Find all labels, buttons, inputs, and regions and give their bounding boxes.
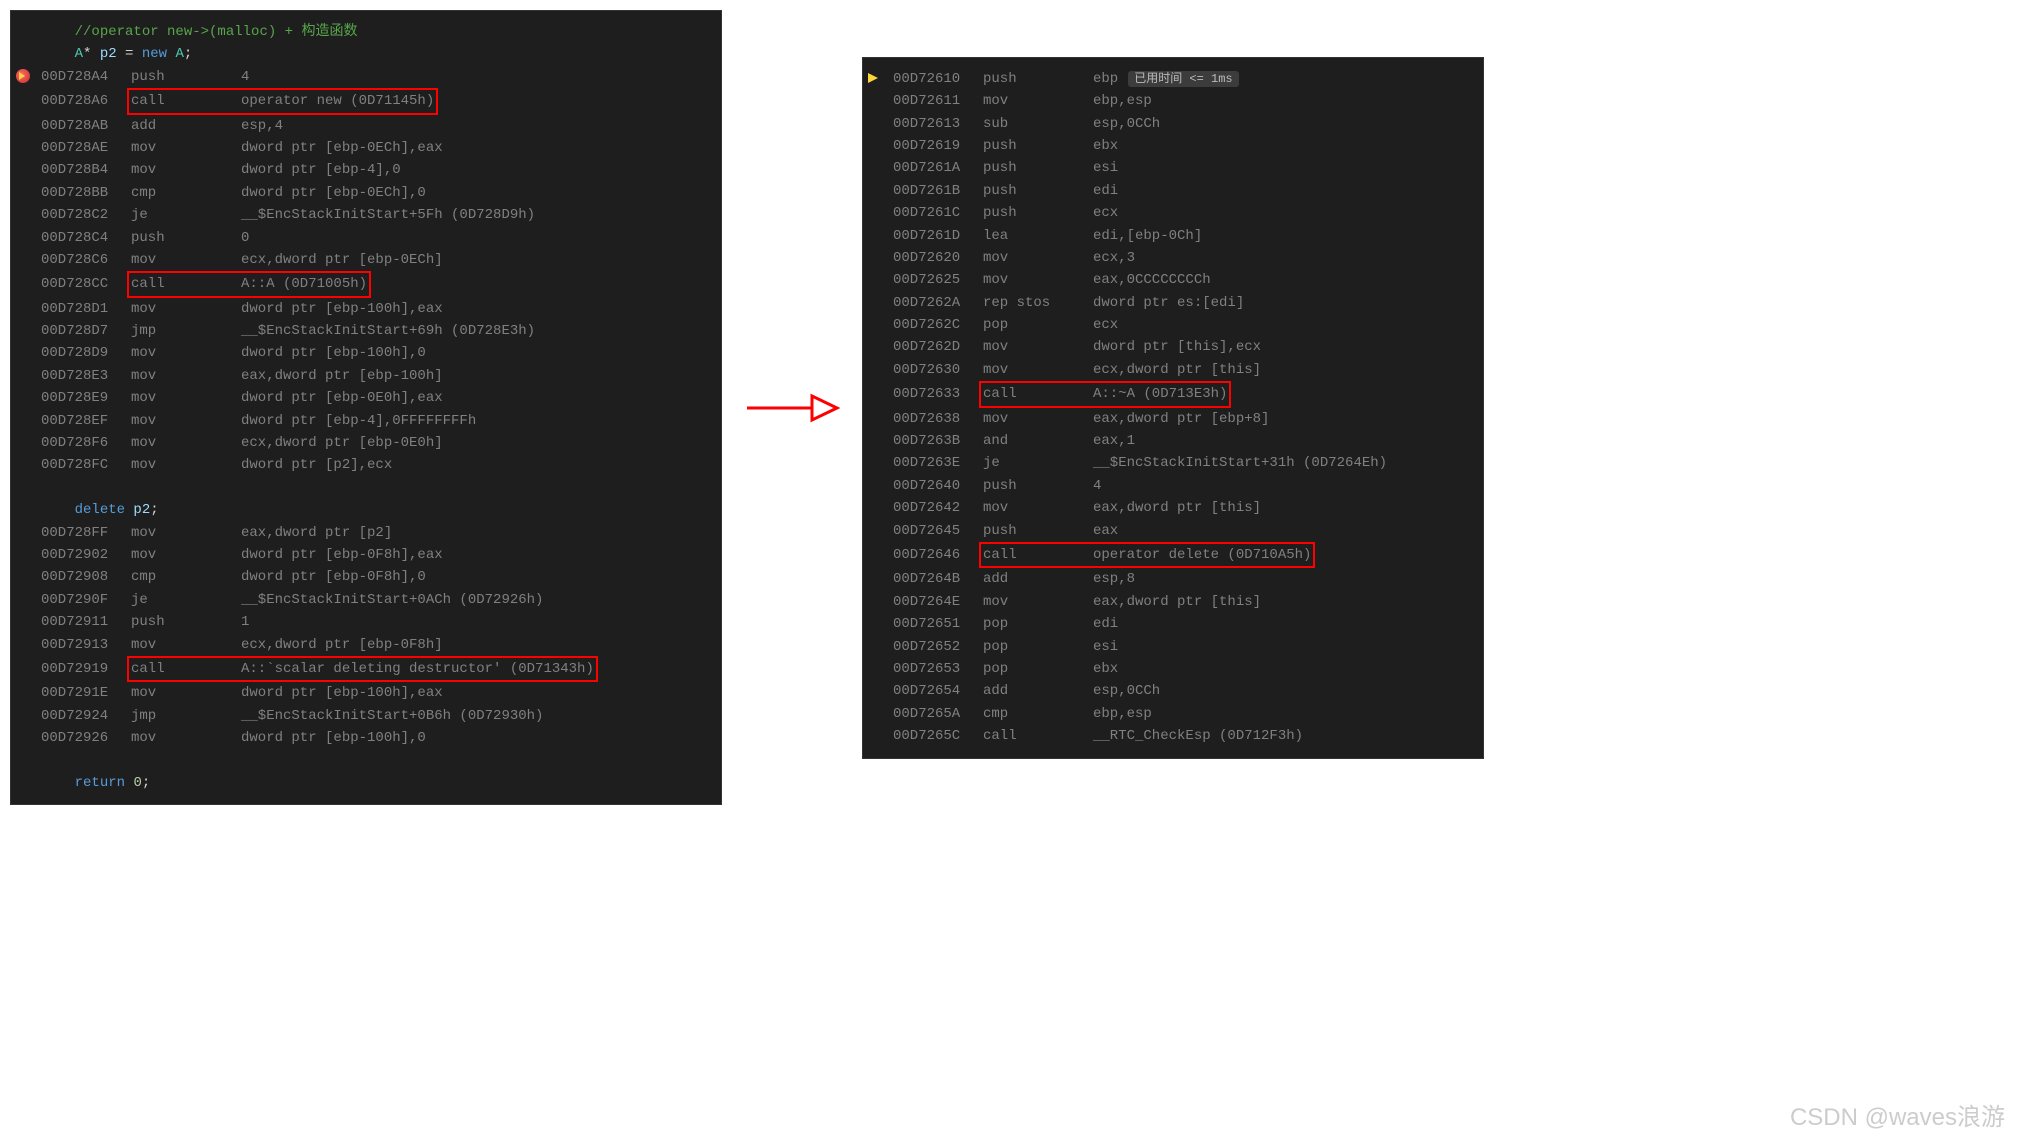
elapsed-time-badge: 已用时间 <= 1ms bbox=[1128, 71, 1238, 87]
asm-line[interactable]: 00D728E9movdword ptr [ebp-0E0h],eax bbox=[41, 387, 711, 409]
asm-line[interactable]: 00D728E3moveax,dword ptr [ebp-100h] bbox=[41, 365, 711, 387]
asm-line[interactable]: 00D728CCcallA::A (0D71005h) bbox=[41, 271, 711, 297]
asm-line[interactable]: 00D72651popedi bbox=[893, 613, 1473, 635]
asm-line[interactable]: 00D728D1movdword ptr [ebp-100h],eax bbox=[41, 298, 711, 320]
asm-line[interactable]: 00D728ABaddesp,4 bbox=[41, 115, 711, 137]
asm-line[interactable]: 00D7265Ccall__RTC_CheckEsp (0D712F3h) bbox=[893, 725, 1473, 747]
breakpoint-current-icon[interactable] bbox=[16, 69, 30, 83]
asm-line[interactable]: 00D728AEmovdword ptr [ebp-0ECh],eax bbox=[41, 137, 711, 159]
asm-line[interactable]: 00D72619pushebx bbox=[893, 135, 1473, 157]
asm-line[interactable]: 00D728FCmovdword ptr [p2],ecx bbox=[41, 454, 711, 476]
asm-line[interactable]: 00D72911push1 bbox=[41, 611, 711, 633]
asm-line[interactable]: //operator new->(malloc) + 构造函数 bbox=[41, 21, 711, 43]
asm-line[interactable]: 00D72633callA::~A (0D713E3h) bbox=[893, 381, 1473, 407]
asm-line[interactable]: 00D72613subesp,0CCh bbox=[893, 113, 1473, 135]
asm-line[interactable]: 00D7261Apushesi bbox=[893, 157, 1473, 179]
asm-line[interactable]: 00D7262Arep stosdword ptr es:[edi] bbox=[893, 292, 1473, 314]
asm-line[interactable]: 00D728B4movdword ptr [ebp-4],0 bbox=[41, 159, 711, 181]
asm-line[interactable] bbox=[41, 750, 711, 772]
asm-line[interactable]: 00D728D9movdword ptr [ebp-100h],0 bbox=[41, 342, 711, 364]
asm-line[interactable]: 00D72654addesp,0CCh bbox=[893, 680, 1473, 702]
asm-line[interactable]: 00D7264Baddesp,8 bbox=[893, 568, 1473, 590]
asm-line[interactable]: 00D728C4push0 bbox=[41, 227, 711, 249]
asm-line[interactable]: 00D72653popebx bbox=[893, 658, 1473, 680]
asm-line[interactable]: 00D72646calloperator delete (0D710A5h) bbox=[893, 542, 1473, 568]
asm-line[interactable]: 00D7261Bpushedi bbox=[893, 180, 1473, 202]
asm-line[interactable]: 00D72913movecx,dword ptr [ebp-0F8h] bbox=[41, 634, 711, 656]
asm-line[interactable]: 00D728EFmovdword ptr [ebp-4],0FFFFFFFFh bbox=[41, 410, 711, 432]
asm-line[interactable]: 00D7265Acmpebp,esp bbox=[893, 703, 1473, 725]
disassembly-right-panel: 00D72610pushebp已用时间 <= 1ms00D72611movebp… bbox=[862, 57, 1484, 759]
asm-line[interactable]: delete p2; bbox=[41, 499, 711, 521]
asm-line[interactable]: 00D72926movdword ptr [ebp-100h],0 bbox=[41, 727, 711, 749]
asm-line[interactable]: 00D728A6calloperator new (0D71145h) bbox=[41, 88, 711, 114]
asm-line[interactable]: 00D72924jmp__$EncStackInitStart+0B6h (0D… bbox=[41, 705, 711, 727]
asm-line[interactable]: 00D728BBcmpdword ptr [ebp-0ECh],0 bbox=[41, 182, 711, 204]
asm-line[interactable]: return 0; bbox=[41, 772, 711, 794]
watermark-text: CSDN @waves浪游 bbox=[1790, 1097, 2005, 1132]
asm-line[interactable]: 00D72640push4 bbox=[893, 475, 1473, 497]
asm-line[interactable]: 00D728FFmoveax,dword ptr [p2] bbox=[41, 522, 711, 544]
asm-line[interactable]: 00D728C6movecx,dword ptr [ebp-0ECh] bbox=[41, 249, 711, 271]
asm-line[interactable]: 00D72908cmpdword ptr [ebp-0F8h],0 bbox=[41, 566, 711, 588]
asm-line[interactable]: 00D72630movecx,dword ptr [this] bbox=[893, 359, 1473, 381]
asm-line[interactable]: 00D7263Bandeax,1 bbox=[893, 430, 1473, 452]
asm-line[interactable]: 00D7261Dleaedi,[ebp-0Ch] bbox=[893, 225, 1473, 247]
asm-line[interactable]: 00D72902movdword ptr [ebp-0F8h],eax bbox=[41, 544, 711, 566]
asm-line[interactable]: 00D7264Emoveax,dword ptr [this] bbox=[893, 591, 1473, 613]
asm-line[interactable]: 00D72620movecx,3 bbox=[893, 247, 1473, 269]
current-line-arrow-icon bbox=[868, 73, 878, 83]
disassembly-left-panel: //operator new->(malloc) + 构造函数 A* p2 = … bbox=[10, 10, 722, 805]
asm-line[interactable]: 00D72645pusheax bbox=[893, 520, 1473, 542]
asm-line[interactable]: 00D728F6movecx,dword ptr [ebp-0E0h] bbox=[41, 432, 711, 454]
flow-arrow-icon bbox=[742, 378, 842, 438]
asm-line[interactable]: 00D72642moveax,dword ptr [this] bbox=[893, 497, 1473, 519]
asm-line[interactable]: 00D728A4push4 bbox=[41, 66, 711, 88]
asm-line[interactable]: 00D728D7jmp__$EncStackInitStart+69h (0D7… bbox=[41, 320, 711, 342]
asm-line[interactable]: 00D72625moveax,0CCCCCCCCh bbox=[893, 269, 1473, 291]
asm-line[interactable] bbox=[41, 477, 711, 499]
asm-line[interactable]: 00D728C2je__$EncStackInitStart+5Fh (0D72… bbox=[41, 204, 711, 226]
asm-line[interactable]: 00D72610pushebp已用时间 <= 1ms bbox=[893, 68, 1473, 90]
asm-line[interactable]: 00D7262Dmovdword ptr [this],ecx bbox=[893, 336, 1473, 358]
asm-line[interactable]: 00D7290Fje__$EncStackInitStart+0ACh (0D7… bbox=[41, 589, 711, 611]
asm-line[interactable]: 00D72919callA::`scalar deleting destruct… bbox=[41, 656, 711, 682]
asm-line[interactable]: 00D7291Emovdword ptr [ebp-100h],eax bbox=[41, 682, 711, 704]
asm-line[interactable]: 00D7262Cpopecx bbox=[893, 314, 1473, 336]
asm-line[interactable]: 00D7261Cpushecx bbox=[893, 202, 1473, 224]
asm-line[interactable]: 00D72611movebp,esp bbox=[893, 90, 1473, 112]
asm-line[interactable]: A* p2 = new A; bbox=[41, 43, 711, 65]
asm-line[interactable]: 00D72638moveax,dword ptr [ebp+8] bbox=[893, 408, 1473, 430]
asm-line[interactable]: 00D7263Eje__$EncStackInitStart+31h (0D72… bbox=[893, 452, 1473, 474]
asm-line[interactable]: 00D72652popesi bbox=[893, 636, 1473, 658]
